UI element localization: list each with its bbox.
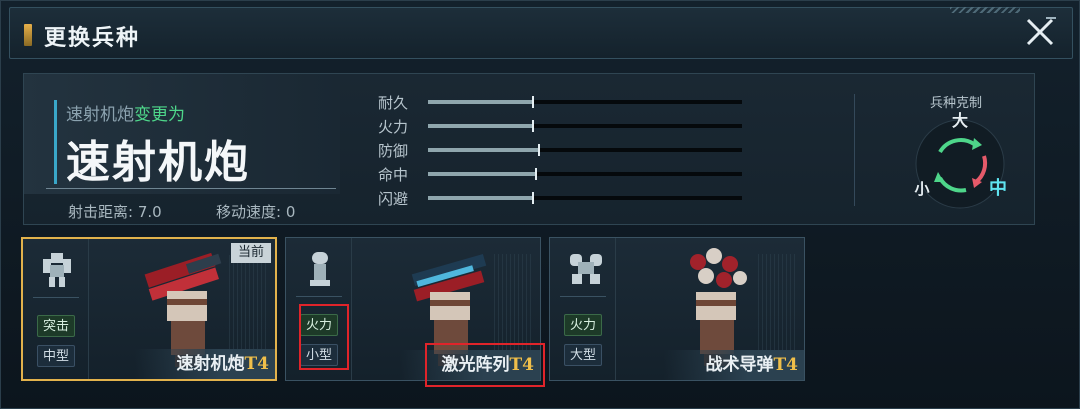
title-accent-icon — [24, 24, 32, 46]
size-tag: 小型 — [300, 344, 338, 366]
panel-divider — [854, 94, 855, 206]
role-tag: 突击 — [37, 315, 75, 337]
attr-bar-fill — [428, 100, 532, 104]
change-description: 速射机炮变更为 — [66, 100, 185, 125]
window-title: 更换兵种 — [44, 26, 141, 51]
title-stripe-decoration — [950, 7, 1020, 13]
tier-label: T4 — [509, 355, 534, 375]
assault-mech-icon — [43, 253, 71, 287]
counter-small-label: 小 — [914, 180, 929, 198]
firepower-turret-icon — [310, 252, 330, 286]
counter-title: 兵种克制 — [930, 96, 983, 111]
tier-label: T4 — [773, 355, 798, 375]
attr-label: 闪避 — [378, 190, 409, 208]
from-unit: 速射机炮 — [66, 105, 134, 125]
tier-label: T4 — [244, 354, 269, 374]
accent-bar — [54, 100, 57, 184]
attr-bar-fill — [428, 196, 532, 200]
counter-big-label: 大 — [952, 112, 968, 130]
attr-label: 火力 — [378, 118, 409, 136]
attr-bar-fill — [428, 124, 532, 128]
attr-label: 耐久 — [378, 94, 409, 112]
size-tag: 大型 — [564, 344, 602, 366]
counter-mid-label: 中 — [989, 177, 1007, 199]
unit-info-panel: 速射机炮变更为 速射机炮 射击距离: 7.0 移动速度: 0 耐久 火力 防御 … — [23, 73, 1035, 225]
unit-card-laser-array[interactable]: 火力 小型 激光阵列T4 — [285, 237, 541, 381]
change-unit-window: 更换兵种 速射机炮变更为 速射机炮 射击距离: 7.0 移动速度: 0 耐久 火… — [0, 0, 1080, 409]
unit-card-label: 速射机炮T4 — [176, 354, 269, 374]
current-badge: 当前 — [231, 243, 271, 263]
unit-card-label: 战术导弹T4 — [705, 355, 798, 375]
divider — [46, 188, 336, 189]
attr-label: 命中 — [378, 166, 409, 184]
heavy-mech-icon — [570, 254, 602, 284]
counter-cycle-icon: 大 小 中 — [914, 112, 1007, 209]
attr-label: 防御 — [378, 142, 409, 160]
size-tag: 中型 — [37, 345, 75, 367]
title-bar: 更换兵种 — [9, 7, 1073, 59]
speed-stat: 移动速度: 0 — [216, 203, 296, 221]
target-unit-name: 速射机炮 — [66, 137, 250, 188]
unit-card-tactical-missile[interactable]: 火力 大型 战术导弹T4 — [549, 237, 805, 381]
close-icon[interactable] — [1016, 8, 1064, 56]
attr-bar-fill — [428, 148, 538, 152]
close-button[interactable] — [1016, 8, 1064, 56]
unit-card-label: 激光阵列T4 — [441, 355, 534, 375]
role-tag: 火力 — [564, 314, 602, 336]
range-stat: 射击距离: 7.0 — [68, 203, 162, 221]
unit-card-rapid-cannon[interactable]: 突击 中型 当前 速射机炮T4 — [21, 237, 277, 381]
change-verb: 变更为 — [134, 105, 185, 125]
attr-bar-fill — [428, 172, 535, 176]
role-tag: 火力 — [300, 314, 338, 336]
